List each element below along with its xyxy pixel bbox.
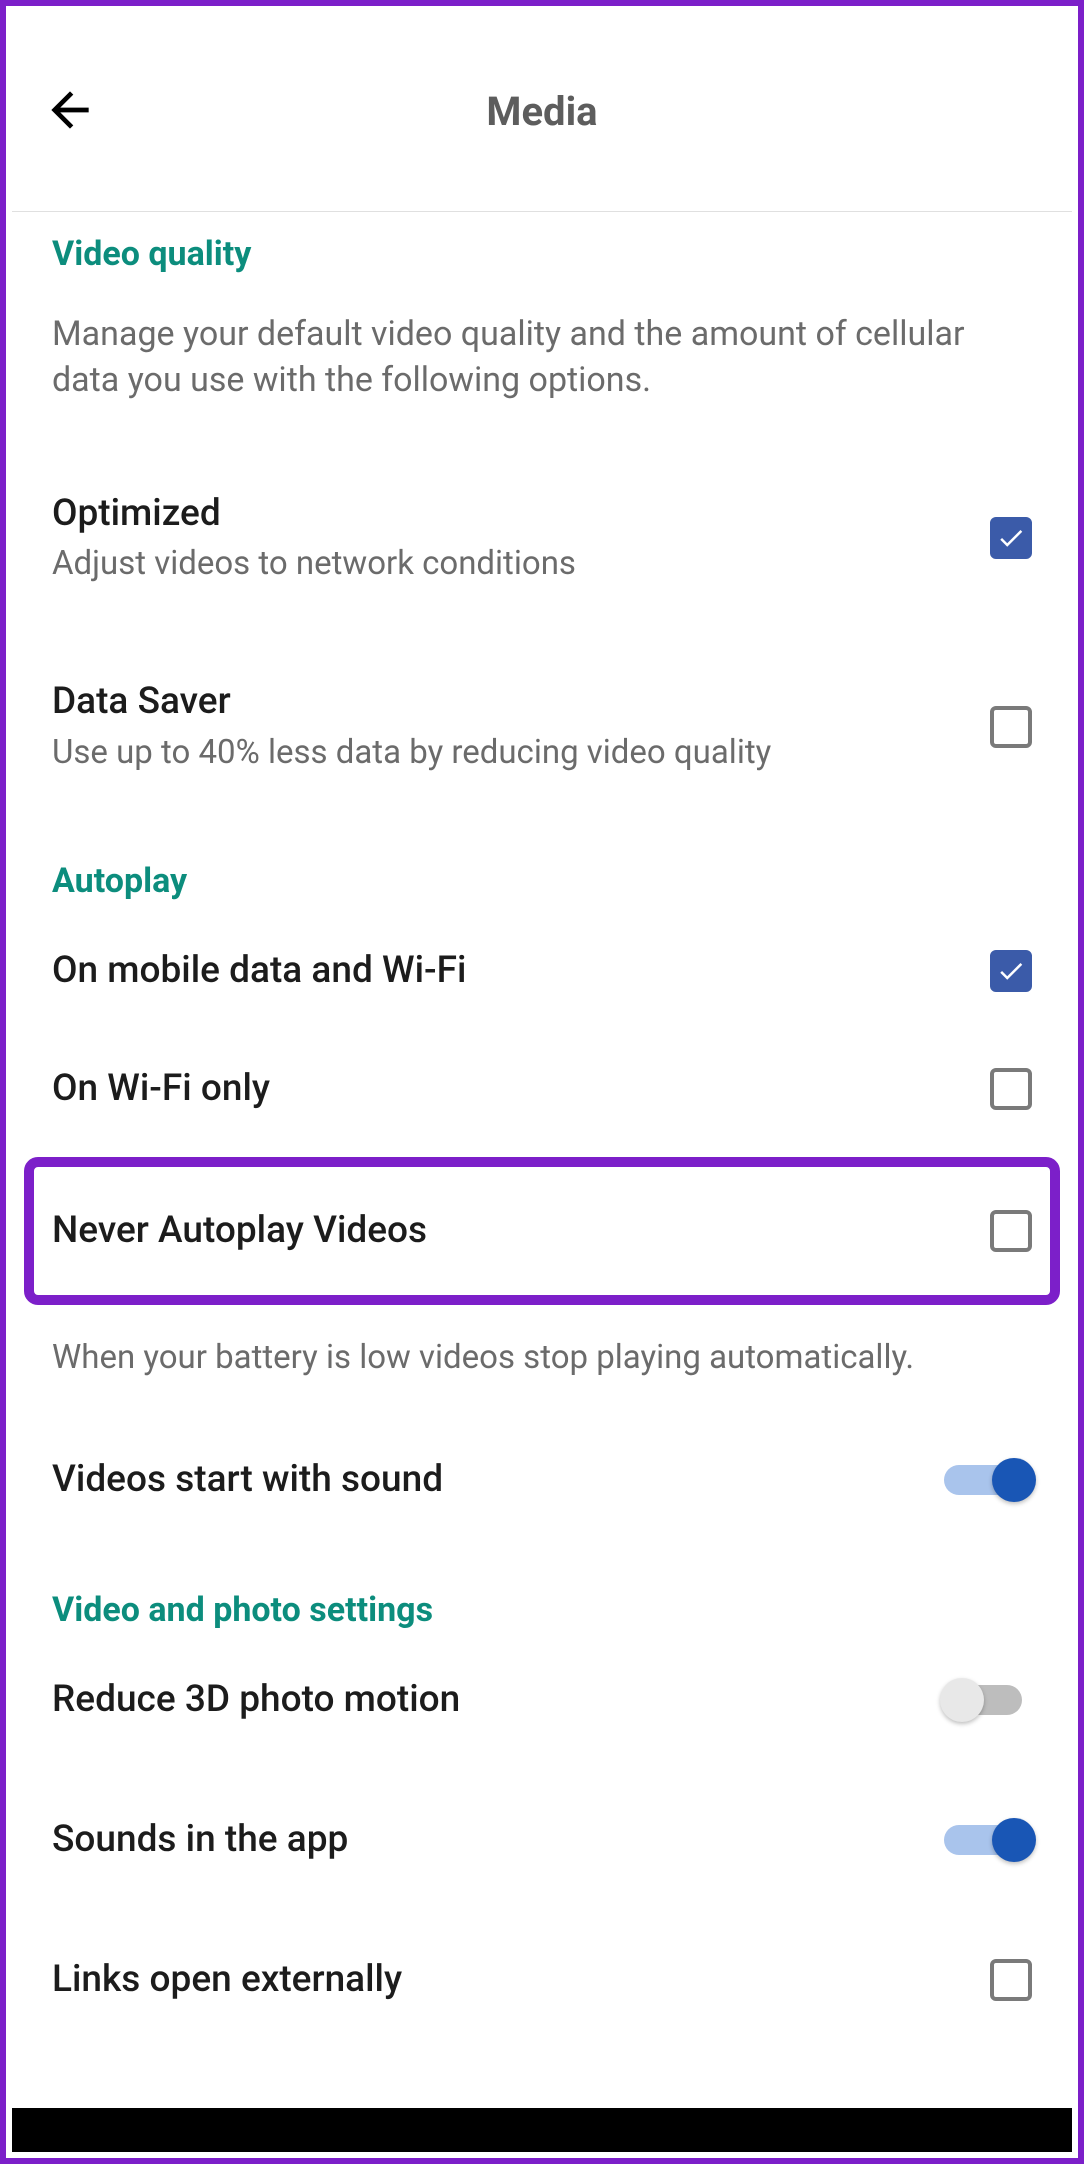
option-reduce-3d[interactable]: Reduce 3D photo motion bbox=[52, 1650, 1032, 1750]
option-title: Links open externally bbox=[52, 1956, 970, 2004]
option-videos-sound[interactable]: Videos start with sound bbox=[52, 1430, 1032, 1530]
back-button[interactable] bbox=[42, 82, 98, 142]
section-header-video-photo: Video and photo settings bbox=[52, 1590, 1032, 1630]
checkbox-autoplay-mobile-wifi[interactable] bbox=[990, 950, 1032, 992]
section-header-autoplay: Autoplay bbox=[52, 861, 1032, 901]
option-sub: Adjust videos to network conditions bbox=[52, 542, 970, 587]
checkbox-autoplay-wifi-only[interactable] bbox=[990, 1068, 1032, 1110]
option-sub: Use up to 40% less data by reducing vide… bbox=[52, 731, 970, 776]
option-title: On Wi-Fi only bbox=[52, 1065, 970, 1113]
checkbox-links-external[interactable] bbox=[990, 1959, 1032, 2001]
option-title: On mobile data and Wi-Fi bbox=[52, 947, 970, 995]
highlight-never-autoplay: Never Autoplay Videos bbox=[24, 1157, 1060, 1305]
header: Media bbox=[12, 12, 1072, 212]
option-optimized[interactable]: Optimized Adjust videos to network condi… bbox=[52, 464, 1032, 613]
option-data-saver[interactable]: Data Saver Use up to 40% less data by re… bbox=[52, 652, 1032, 801]
checkbox-data-saver[interactable] bbox=[990, 706, 1032, 748]
option-sounds-app[interactable]: Sounds in the app bbox=[52, 1790, 1032, 1890]
toggle-reduce-3d[interactable] bbox=[944, 1678, 1032, 1722]
option-title: Videos start with sound bbox=[52, 1456, 924, 1504]
option-title: Data Saver bbox=[52, 678, 970, 726]
option-autoplay-mobile-wifi[interactable]: On mobile data and Wi-Fi bbox=[52, 921, 1032, 1021]
option-title: Never Autoplay Videos bbox=[52, 1207, 970, 1255]
checkbox-never-autoplay[interactable] bbox=[990, 1210, 1032, 1252]
check-icon bbox=[996, 523, 1026, 553]
arrow-left-icon bbox=[42, 82, 98, 138]
option-title: Optimized bbox=[52, 490, 970, 538]
section-header-video-quality: Video quality bbox=[52, 234, 1032, 274]
toggle-videos-sound[interactable] bbox=[944, 1458, 1032, 1502]
option-never-autoplay[interactable]: Never Autoplay Videos bbox=[52, 1167, 1032, 1295]
content: Video quality Manage your default video … bbox=[12, 212, 1072, 2030]
check-icon bbox=[996, 956, 1026, 986]
toggle-sounds-app[interactable] bbox=[944, 1818, 1032, 1862]
option-title: Reduce 3D photo motion bbox=[52, 1676, 924, 1724]
section-desc-video-quality: Manage your default video quality and th… bbox=[52, 312, 1032, 404]
bottom-nav-bar bbox=[12, 2108, 1072, 2152]
option-title: Sounds in the app bbox=[52, 1816, 924, 1864]
autoplay-footnote: When your battery is low videos stop pla… bbox=[52, 1305, 1032, 1411]
option-links-external[interactable]: Links open externally bbox=[52, 1930, 1032, 2030]
checkbox-optimized[interactable] bbox=[990, 517, 1032, 559]
option-autoplay-wifi-only[interactable]: On Wi-Fi only bbox=[52, 1039, 1032, 1139]
page-title: Media bbox=[42, 88, 1042, 135]
